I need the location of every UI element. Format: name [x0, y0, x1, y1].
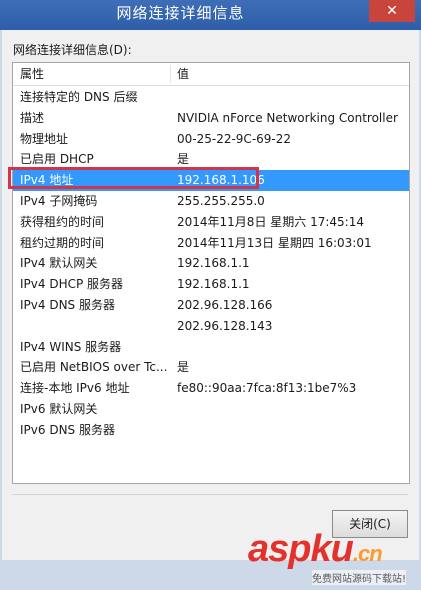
row-property: IPv4 DNS 服务器	[20, 297, 115, 312]
row-property: 获得租约的时间	[20, 214, 105, 229]
row-property: IPv6 DNS 服务器	[20, 422, 115, 437]
table-row[interactable]: IPv4 默认网关 192.168.1.1	[13, 253, 409, 274]
row-value: 00-25-22-9C-69-22	[177, 131, 292, 146]
row-property: 描述	[20, 110, 45, 125]
list-header: 属性 值	[13, 63, 409, 86]
row-property: 租约过期的时间	[20, 235, 105, 250]
row-value: 是	[177, 360, 190, 375]
column-header-value[interactable]: 值	[177, 63, 189, 85]
table-row[interactable]: 描述 NVIDIA nForce Networking Controller	[13, 108, 409, 129]
watermark: aspku.cn 免费网站源码下载站!	[248, 528, 418, 590]
table-row[interactable]: IPv4 子网掩码 255.255.255.0	[13, 191, 409, 212]
table-row[interactable]: IPv4 WINS 服务器	[13, 337, 409, 358]
row-value: 2014年11月8日 星期六 17:45:14	[177, 214, 364, 229]
row-property: 连接-本地 IPv6 地址	[20, 381, 130, 396]
window-close-icon[interactable]: ✕	[369, 0, 415, 22]
row-value: 192.168.1.1	[177, 277, 250, 292]
table-row[interactable]: 202.96.128.143	[13, 316, 409, 337]
title-bar: 网络连接详细信息 ✕	[0, 0, 421, 30]
row-value: 202.96.128.143	[177, 318, 273, 333]
table-row[interactable]: IPv6 DNS 服务器	[13, 420, 409, 441]
table-row[interactable]: 租约过期的时间 2014年11月13日 星期四 16:03:01	[13, 233, 409, 254]
table-row[interactable]: 物理地址 00-25-22-9C-69-22	[13, 129, 409, 150]
table-row[interactable]: IPv4 地址 192.168.1.106	[13, 170, 409, 191]
row-value: 255.255.255.0	[177, 193, 265, 208]
watermark-logo: aspku.cn	[248, 528, 383, 571]
details-list[interactable]: 属性 值 连接特定的 DNS 后缀 描述 NVIDIA nForce Network…	[12, 62, 410, 484]
table-row[interactable]: 连接特定的 DNS 后缀	[13, 87, 409, 108]
dialog-client-area: 网络连接详细信息(D): 属性 值 连接特定的 DNS 后缀 描述 NVIDIA n…	[2, 30, 419, 585]
details-group-label: 网络连接详细信息(D):	[13, 43, 132, 57]
column-header-property[interactable]: 属性	[20, 63, 44, 85]
table-row[interactable]: IPv6 默认网关	[13, 399, 409, 420]
row-property: IPv4 DHCP 服务器	[20, 277, 124, 292]
table-row[interactable]: 已启用 DHCP 是	[13, 149, 409, 170]
row-property: IPv4 子网掩码	[20, 193, 98, 208]
row-value: fe80::90aa:7fca:8f13:1be7%3	[177, 381, 357, 396]
row-value: 202.96.128.166	[177, 297, 273, 312]
divider	[12, 494, 408, 495]
row-value: 2014年11月13日 星期四 16:03:01	[177, 235, 372, 250]
row-value: 是	[177, 152, 190, 167]
row-property: IPv6 默认网关	[20, 401, 98, 416]
table-row[interactable]: 获得租约的时间 2014年11月8日 星期六 17:45:14	[13, 212, 409, 233]
watermark-logo-cn: .cn	[352, 541, 383, 566]
column-divider[interactable]	[170, 65, 171, 83]
row-property: IPv4 WINS 服务器	[20, 339, 122, 354]
row-property: 连接特定的 DNS 后缀	[20, 90, 138, 104]
row-value: 192.168.1.106	[177, 173, 265, 188]
table-row[interactable]: 连接-本地 IPv6 地址 fe80::90aa:7fca:8f13:1be7%3	[13, 378, 409, 399]
row-value: NVIDIA nForce Networking Controller	[177, 110, 398, 125]
watermark-logo-asp: asp	[248, 528, 311, 570]
watermark-logo-ku: ku	[310, 528, 353, 570]
row-property: IPv4 默认网关	[20, 256, 98, 271]
row-property: 已启用 DHCP	[20, 152, 94, 167]
table-row[interactable]: IPv4 DNS 服务器 202.96.128.166	[13, 295, 409, 316]
row-value: 192.168.1.1	[177, 256, 250, 271]
watermark-subtitle: 免费网站源码下载站!	[312, 570, 407, 585]
window-title: 网络连接详细信息	[116, 4, 245, 22]
row-property: IPv4 地址	[20, 173, 74, 188]
row-property: 物理地址	[20, 131, 69, 146]
table-row[interactable]: IPv4 DHCP 服务器 192.168.1.1	[13, 274, 409, 295]
table-row[interactable]: 已启用 NetBIOS over Tc... 是	[13, 357, 409, 378]
row-property: 已启用 NetBIOS over Tc...	[20, 360, 168, 375]
list-rows: 连接特定的 DNS 后缀 描述 NVIDIA nForce Networking C…	[13, 87, 409, 441]
